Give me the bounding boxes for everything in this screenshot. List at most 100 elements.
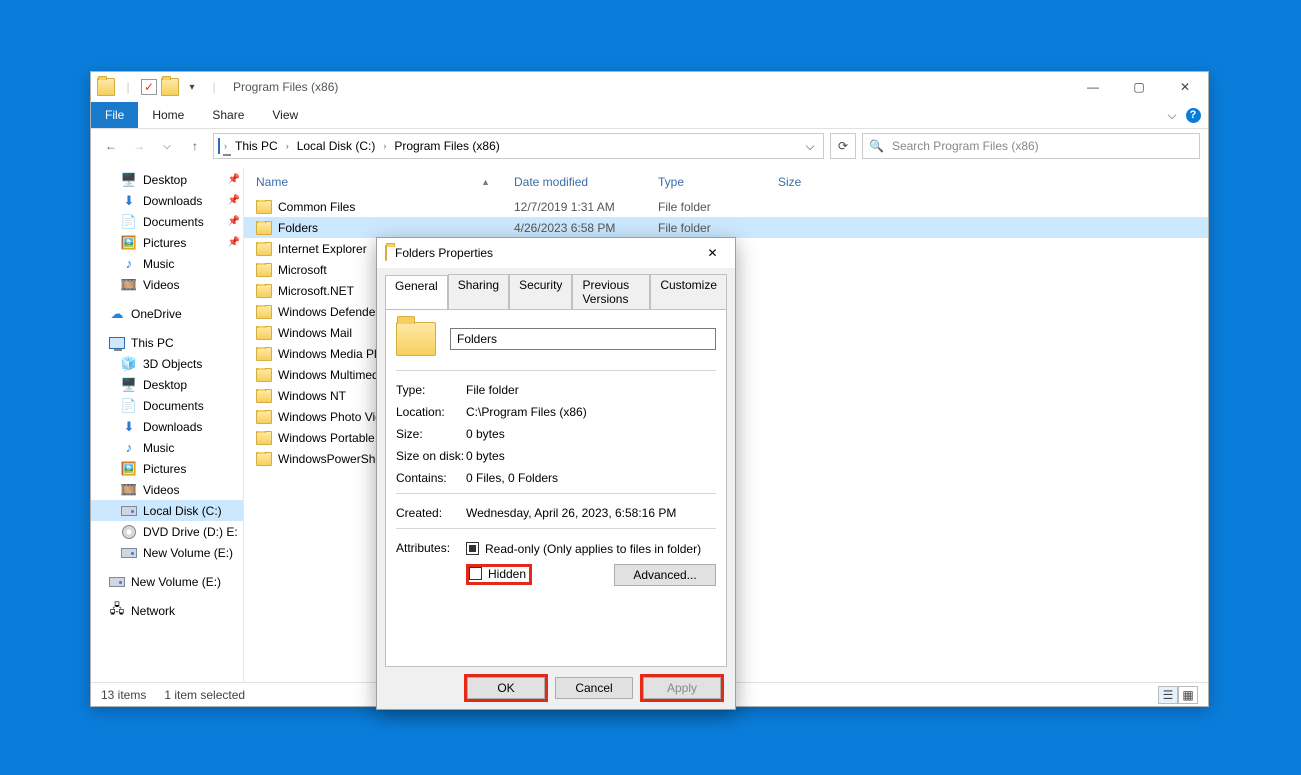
label-location: Location: xyxy=(396,405,466,419)
music-icon: ♪ xyxy=(121,440,137,456)
minimize-button[interactable]: — xyxy=(1070,72,1116,102)
folder-icon xyxy=(256,326,272,340)
cancel-button[interactable]: Cancel xyxy=(555,677,633,699)
sidebar-item-pc-videos[interactable]: 🎞️Videos xyxy=(91,479,243,500)
dialog-tab-body: Type:File folder Location:C:\Program Fil… xyxy=(385,309,727,667)
back-button[interactable]: ← xyxy=(99,134,123,158)
sidebar-item-new-volume-e[interactable]: New Volume (E:) xyxy=(91,542,243,563)
folder-icon xyxy=(256,431,272,445)
folder-icon-large xyxy=(396,322,436,356)
tab-file[interactable]: File xyxy=(91,102,138,128)
sidebar-item-new-volume-e-2[interactable]: New Volume (E:) xyxy=(91,571,243,592)
folder-icon xyxy=(256,221,272,235)
column-name[interactable]: Name▲ xyxy=(244,175,502,189)
tab-view[interactable]: View xyxy=(258,102,312,128)
drive-icon xyxy=(109,574,125,590)
folder-icon xyxy=(256,284,272,298)
breadcrumb-seg-0[interactable]: This PC xyxy=(231,139,282,153)
sidebar-item-pc-music[interactable]: ♪Music xyxy=(91,437,243,458)
navigation-row: ← → ⌵ ↑ › This PC › Local Disk (C:) › Pr… xyxy=(91,129,1208,163)
sidebar-item-3d-objects[interactable]: 🧊3D Objects xyxy=(91,353,243,374)
folder-icon xyxy=(256,263,272,277)
help-button[interactable]: ? xyxy=(1184,102,1208,128)
file-type: File folder xyxy=(646,200,766,214)
tab-security[interactable]: Security xyxy=(509,274,572,309)
chevron-right-icon[interactable]: › xyxy=(284,141,291,151)
sidebar-item-pc-desktop[interactable]: 🖥️Desktop xyxy=(91,374,243,395)
sidebar-item-dvd-drive[interactable]: DVD Drive (D:) E: xyxy=(91,521,243,542)
pc-icon xyxy=(218,139,220,153)
qat-dropdown-icon[interactable]: ▾ xyxy=(183,78,201,96)
breadcrumb-seg-2[interactable]: Program Files (x86) xyxy=(390,139,503,153)
properties-dialog: Folders Properties ✕ General Sharing Sec… xyxy=(376,237,736,710)
table-row[interactable]: Folders4/26/2023 6:58 PMFile folder xyxy=(244,217,1208,238)
tab-previous-versions[interactable]: Previous Versions xyxy=(572,274,650,309)
folder-icon xyxy=(256,200,272,214)
up-button[interactable]: ↑ xyxy=(183,134,207,158)
tab-home[interactable]: Home xyxy=(138,102,198,128)
address-dropdown-icon[interactable]: ⌵ xyxy=(801,139,819,154)
sidebar-item-pc-pictures[interactable]: 🖼️Pictures xyxy=(91,458,243,479)
sidebar-item-network[interactable]: 🖧Network xyxy=(91,600,243,621)
search-input[interactable]: 🔍 Search Program Files (x86) xyxy=(862,133,1200,159)
drive-icon xyxy=(121,545,137,561)
apply-button[interactable]: Apply xyxy=(643,677,721,699)
column-type[interactable]: Type xyxy=(646,175,766,189)
checkbox-readonly[interactable]: Read-only (Only applies to files in fold… xyxy=(466,542,701,556)
checkbox-hidden[interactable]: Hidden xyxy=(468,566,530,582)
maximize-button[interactable]: ▢ xyxy=(1116,72,1162,102)
qat-checkbox-icon[interactable]: ✓ xyxy=(141,79,157,95)
sidebar-item-this-pc[interactable]: This PC xyxy=(91,332,243,353)
chevron-right-icon[interactable]: › xyxy=(222,141,229,151)
column-size[interactable]: Size xyxy=(766,175,866,189)
sidebar-item-local-disk-c[interactable]: Local Disk (C:) xyxy=(91,500,243,521)
dialog-title: Folders Properties xyxy=(395,246,493,260)
chevron-right-icon[interactable]: › xyxy=(381,141,388,151)
folder-icon xyxy=(256,347,272,361)
navigation-pane: 🖥️Desktop📌 ⬇Downloads📌 📄Documents📌 🖼️Pic… xyxy=(91,168,244,682)
breadcrumb-seg-1[interactable]: Local Disk (C:) xyxy=(293,139,380,153)
dialog-close-button[interactable]: ✕ xyxy=(690,238,735,268)
title-bar: | ✓ ▾ | Program Files (x86) — ▢ ✕ xyxy=(91,72,1208,102)
sidebar-item-pc-documents[interactable]: 📄Documents xyxy=(91,395,243,416)
documents-icon: 📄 xyxy=(121,214,137,230)
folder-name-input[interactable] xyxy=(450,328,716,350)
address-bar[interactable]: › This PC › Local Disk (C:) › Program Fi… xyxy=(213,133,824,159)
sidebar-item-music[interactable]: ♪Music xyxy=(91,253,243,274)
qat-folder-icon[interactable] xyxy=(161,78,179,96)
pin-icon: 📌 xyxy=(225,174,243,185)
sidebar-item-documents[interactable]: 📄Documents📌 xyxy=(91,211,243,232)
pictures-icon: 🖼️ xyxy=(121,235,137,251)
tab-general[interactable]: General xyxy=(385,275,448,310)
sidebar-item-videos[interactable]: 🎞️Videos xyxy=(91,274,243,295)
file-name: Common Files xyxy=(278,200,355,214)
table-row[interactable]: Common Files12/7/2019 1:31 AMFile folder xyxy=(244,196,1208,217)
advanced-button[interactable]: Advanced... xyxy=(614,564,716,586)
ok-button[interactable]: OK xyxy=(467,677,545,699)
file-name: Windows NT xyxy=(278,389,346,403)
view-details-button[interactable]: ☰ xyxy=(1158,686,1178,704)
dialog-title-bar[interactable]: Folders Properties ✕ xyxy=(377,238,735,268)
tab-customize[interactable]: Customize xyxy=(650,274,727,309)
expand-ribbon-icon[interactable]: ⌵ xyxy=(1160,102,1184,128)
forward-button[interactable]: → xyxy=(127,134,151,158)
dialog-button-row: OK Cancel Apply xyxy=(377,667,735,709)
label-contains: Contains: xyxy=(396,471,466,485)
sidebar-item-pc-downloads[interactable]: ⬇Downloads xyxy=(91,416,243,437)
tab-share[interactable]: Share xyxy=(198,102,258,128)
sidebar-item-pictures[interactable]: 🖼️Pictures📌 xyxy=(91,232,243,253)
sidebar-item-onedrive[interactable]: ☁OneDrive xyxy=(91,303,243,324)
close-button[interactable]: ✕ xyxy=(1162,72,1208,102)
value-size-on-disk: 0 bytes xyxy=(466,449,716,463)
recent-dropdown-icon[interactable]: ⌵ xyxy=(155,134,179,158)
sidebar-item-desktop[interactable]: 🖥️Desktop📌 xyxy=(91,169,243,190)
view-large-icons-button[interactable]: ▦ xyxy=(1178,686,1198,704)
refresh-button[interactable]: ⟳ xyxy=(830,133,856,159)
label-type: Type: xyxy=(396,383,466,397)
ribbon: File Home Share View ⌵ ? xyxy=(91,102,1208,129)
tab-sharing[interactable]: Sharing xyxy=(448,274,509,309)
column-date[interactable]: Date modified xyxy=(502,175,646,189)
file-name: Windows Mail xyxy=(278,326,352,340)
sidebar-item-downloads[interactable]: ⬇Downloads📌 xyxy=(91,190,243,211)
file-name: WindowsPowerShell xyxy=(278,452,387,466)
